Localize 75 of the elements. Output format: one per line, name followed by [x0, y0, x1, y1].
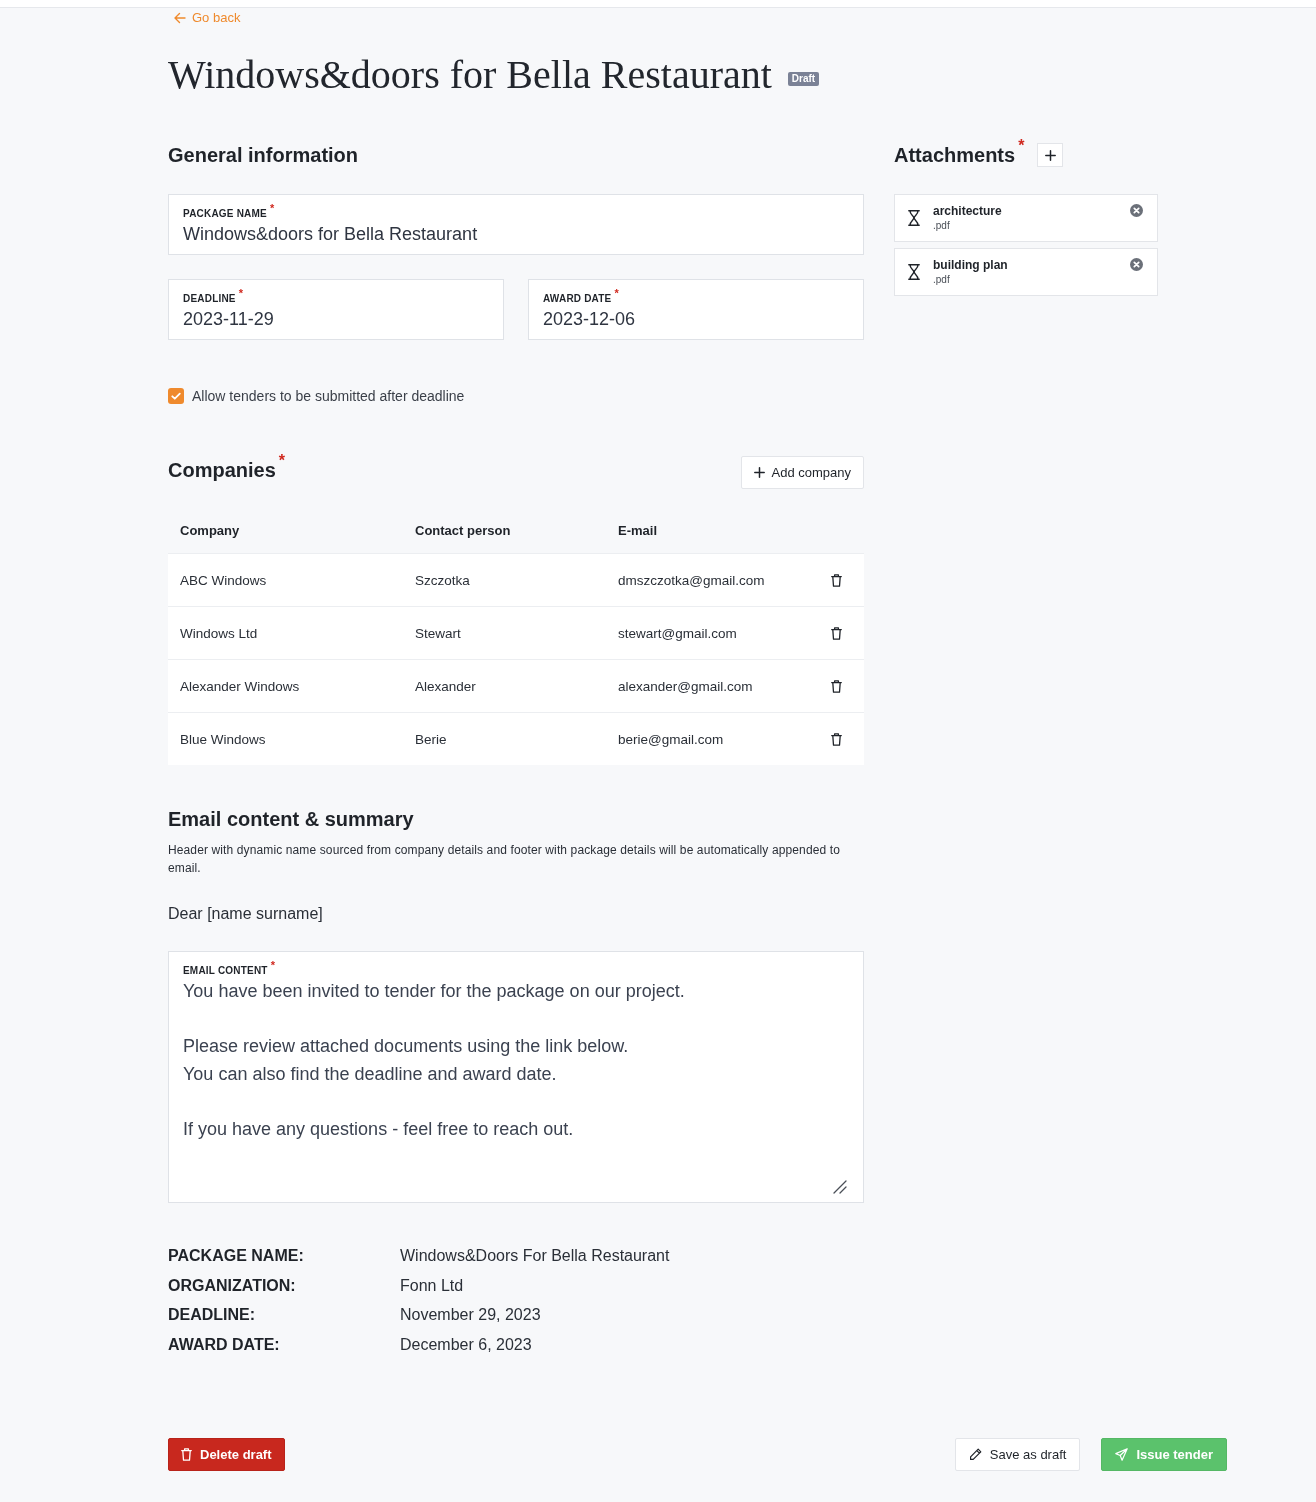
trash-icon[interactable]	[830, 732, 842, 746]
summary-value: November 29, 2023	[400, 1305, 542, 1325]
field-value: 2023-12-06	[543, 308, 636, 330]
page-title: Windows&doors for Bella Restaurant	[168, 51, 772, 99]
pencil-icon	[968, 1448, 982, 1461]
field-label: AWARD DATE	[543, 292, 612, 306]
trash-icon[interactable]	[830, 626, 842, 640]
hourglass-icon	[908, 264, 920, 280]
file-name: building plan	[933, 257, 1008, 273]
section-heading: General information	[168, 143, 359, 167]
checkbox-label: Allow tenders to be submitted after deadline	[192, 388, 465, 404]
close-icon[interactable]	[1130, 204, 1143, 217]
table-cell-text: dmszczotka@gmail.com	[618, 572, 766, 588]
field-value: 2023-11-29	[183, 308, 274, 330]
section-description: Header with dynamic name sourced from company details and footer with package details will be automatically appended to email.	[168, 842, 841, 877]
table-cell-text: Blue Windows	[180, 731, 267, 747]
plus-icon	[1044, 149, 1056, 161]
save-draft-button[interactable]: Save as draft	[954, 1438, 1081, 1471]
file-name: architecture	[933, 203, 1002, 219]
trash-icon[interactable]	[830, 679, 842, 693]
add-attachment-button[interactable]	[1037, 143, 1064, 167]
required-mark: *	[270, 960, 275, 970]
checkbox[interactable]	[168, 388, 184, 404]
paper-plane-icon	[1115, 1448, 1129, 1461]
email-content-field[interactable]: EMAIL CONTENT * You have been invited to tender for the package on our project. Please review attached documents using the link below. You can also find the deadline and award date. If you have any questions - feel free to reach out.	[168, 951, 864, 1203]
date-field[interactable]: AWARD DATE * 2023-12-06	[528, 279, 864, 340]
add-company-button[interactable]: Add company	[740, 456, 864, 489]
package-name-field[interactable]: PACKAGE NAME * Windows&doors for Bella Restaurant	[168, 194, 864, 255]
field-value: Windows&doors for Bella Restaurant	[183, 223, 478, 245]
required-mark: *	[238, 288, 243, 298]
field-label: EMAIL CONTENT	[183, 964, 268, 978]
summary-label: AWARD DATE:	[168, 1334, 281, 1355]
required-mark: *	[614, 288, 619, 298]
table-cell-text: ABC Windows	[180, 572, 268, 588]
section-heading: Companies	[168, 458, 276, 482]
field-label: DEADLINE	[183, 292, 236, 306]
arrow-left-icon	[174, 12, 186, 24]
summary-label: PACKAGE NAME:	[168, 1246, 305, 1266]
greeting-text: Dear [name surname]	[168, 904, 324, 924]
table-cell-text: Berie	[415, 731, 448, 747]
close-icon[interactable]	[1130, 258, 1143, 271]
plus-icon	[753, 467, 765, 478]
section-heading: Email content & summary	[168, 807, 414, 831]
table-cell-text: Szczotka	[415, 572, 471, 588]
table-cell-text: Alexander	[415, 678, 477, 694]
file-extension: .pdf	[933, 272, 950, 287]
date-field[interactable]: DEADLINE * 2023-11-29	[168, 279, 504, 340]
field-label: PACKAGE NAME	[183, 207, 267, 221]
resize-handle-icon[interactable]	[833, 1180, 847, 1194]
summary-value: December 6, 2023	[400, 1334, 533, 1355]
table-cell-text: berie@gmail.com	[618, 731, 725, 747]
table-cell-text: stewart@gmail.com	[618, 625, 738, 641]
table-cell-text: alexander@gmail.com	[618, 678, 754, 694]
table-cell-text: Alexander Windows	[180, 678, 301, 694]
file-extension: .pdf	[933, 218, 950, 233]
column-header: Contact person	[415, 522, 512, 538]
summary-value: Fonn Ltd	[400, 1275, 465, 1296]
summary-value: Windows&Doors For Bella Restaurant	[400, 1246, 671, 1266]
section-heading: Attachments	[894, 143, 1016, 167]
hourglass-icon	[908, 210, 920, 226]
trash-icon[interactable]	[830, 573, 842, 587]
required-mark: *	[1018, 139, 1025, 153]
attachment-card[interactable]: architecture .pdf	[894, 194, 1158, 242]
column-header: Company	[180, 522, 241, 538]
status-badge: Draft	[787, 72, 820, 86]
required-mark: *	[278, 454, 286, 468]
trash-icon	[181, 1448, 192, 1461]
summary-label: DEADLINE:	[168, 1305, 257, 1325]
column-header: E-mail	[618, 522, 658, 538]
attachment-card[interactable]: building plan .pdf	[894, 248, 1158, 296]
summary-label: ORGANIZATION:	[168, 1275, 297, 1296]
delete-draft-button[interactable]: Delete draft	[168, 1438, 285, 1471]
table-cell-text: Stewart	[415, 625, 462, 641]
table-cell-text: Windows Ltd	[180, 625, 259, 641]
required-mark: *	[269, 203, 275, 213]
